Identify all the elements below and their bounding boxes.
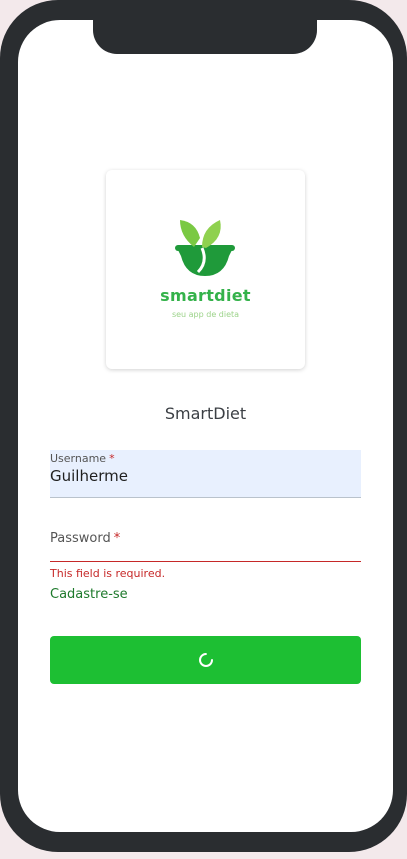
brand-name: smartdiet: [160, 286, 251, 305]
username-label-text: Username: [50, 452, 107, 465]
password-label: Password *: [50, 531, 120, 546]
phone-frame: smartdiet seu app de dieta SmartDiet Use…: [0, 0, 407, 852]
username-field[interactable]: Username * Guilherme: [50, 450, 361, 498]
required-marker: *: [113, 531, 121, 546]
brand-tagline: seu app de dieta: [171, 310, 240, 319]
salad-bowl-logo-icon: [175, 220, 235, 276]
password-label-text: Password: [50, 531, 111, 546]
app-title: SmartDiet: [164, 404, 247, 423]
username-label: Username *: [50, 452, 115, 465]
password-error-message: This field is required.: [50, 567, 166, 580]
register-link[interactable]: Cadastre-se: [50, 587, 128, 602]
password-field[interactable]: Password *: [50, 520, 361, 562]
loading-spinner-icon: [199, 653, 213, 667]
login-button[interactable]: [50, 636, 361, 684]
logo-card: smartdiet seu app de dieta: [106, 170, 305, 369]
phone-screen: smartdiet seu app de dieta SmartDiet Use…: [18, 20, 393, 832]
phone-notch: [93, 20, 317, 54]
username-value[interactable]: Guilherme: [50, 467, 128, 485]
required-marker: *: [109, 452, 115, 465]
